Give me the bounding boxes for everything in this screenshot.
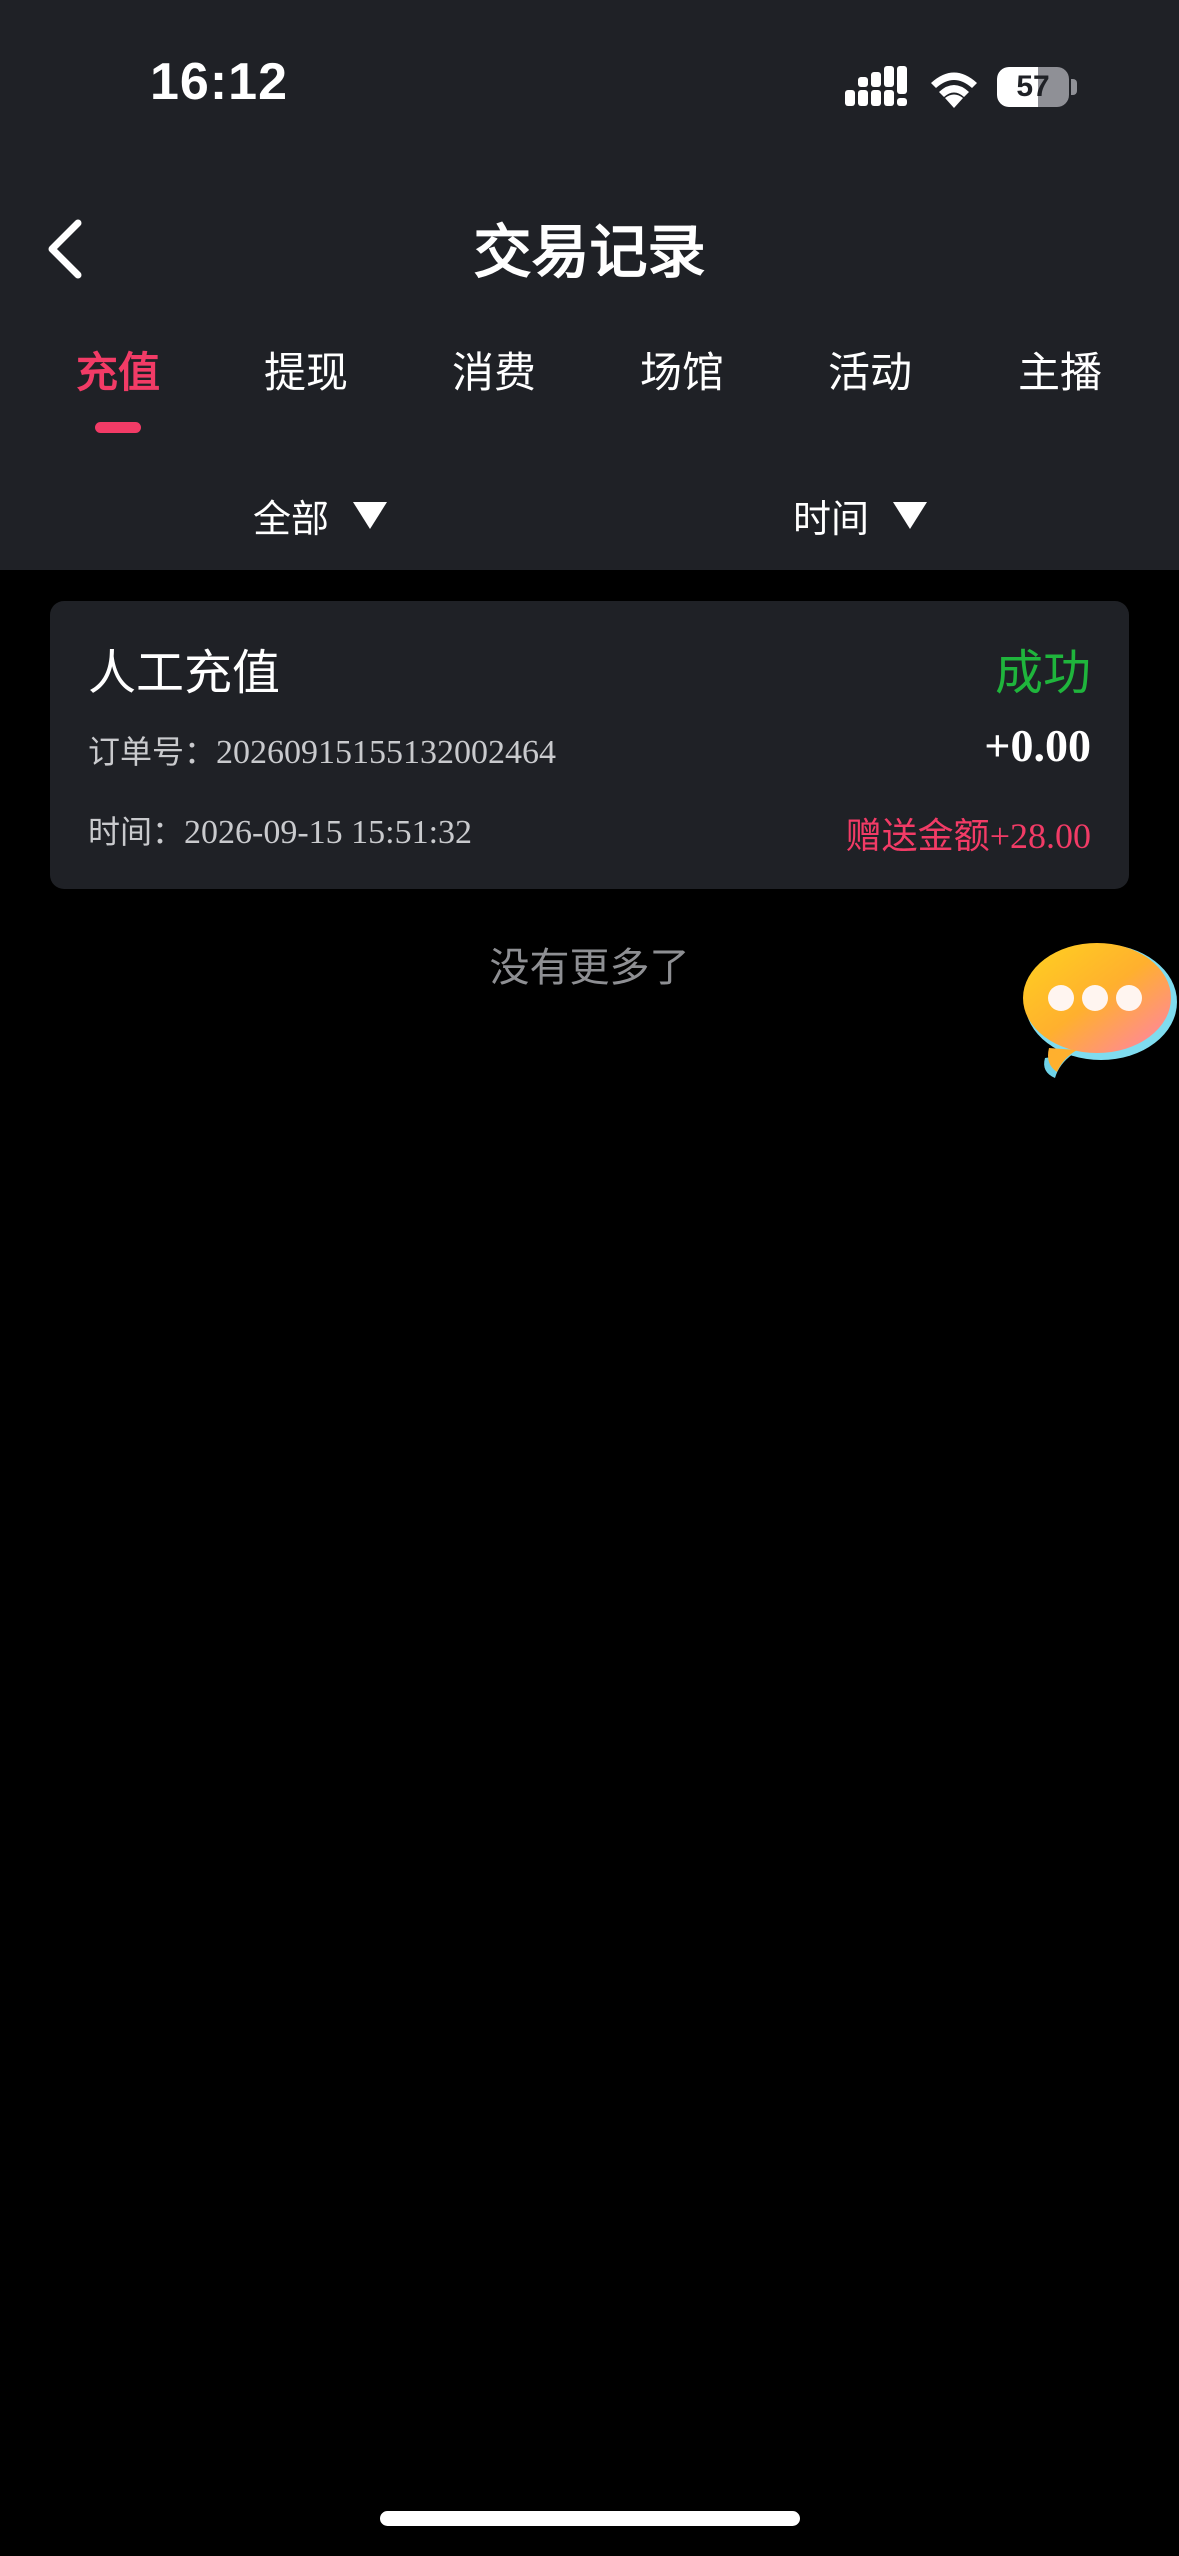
category-filter[interactable]: 全部 (253, 485, 389, 545)
record-time: 时间：2026-09-15 15:51:32 (88, 807, 472, 853)
battery-level: 57 (1016, 70, 1050, 103)
page-title: 交易记录 (473, 218, 706, 286)
header-panel: 16:12 57 交易记录 充值 提现 消费 场馆 活动 主播 全部 时间 (0, 0, 1179, 570)
record-status: 成功 (994, 645, 1091, 701)
time-label: 时间： (88, 813, 185, 851)
triangle-down-icon (353, 502, 388, 529)
record-bonus: 赠送金额+28.00 (846, 807, 1091, 859)
wifi-icon (931, 72, 977, 108)
tab-recharge[interactable]: 充值 (38, 340, 198, 420)
bonus-value: +28.00 (989, 816, 1091, 856)
tab-withdraw[interactable]: 提现 (226, 340, 386, 420)
battery-icon: 57 (997, 67, 1077, 107)
signal-icon (845, 66, 907, 106)
home-indicator[interactable] (380, 2511, 800, 2526)
tab-bar: 充值 提现 消费 场馆 活动 主播 (0, 340, 1179, 433)
time-value: 2026-09-15 15:51:32 (184, 814, 473, 851)
tab-venue[interactable]: 场馆 (602, 340, 762, 420)
transaction-record-card[interactable]: 人工充值 成功 订单号：20260915155132002464 +0.00 时… (50, 601, 1129, 889)
record-amount: +0.00 (984, 720, 1091, 771)
list-end-text: 没有更多了 (489, 945, 690, 991)
record-type: 人工充值 (88, 645, 281, 701)
status-time: 16:12 (150, 53, 288, 111)
chat-bubble-icon[interactable] (1015, 940, 1179, 1080)
tab-consumption[interactable]: 消费 (414, 340, 574, 420)
time-filter[interactable]: 时间 (793, 485, 929, 545)
triangle-down-icon (893, 502, 928, 529)
time-filter-label: 时间 (793, 496, 870, 541)
tab-activity[interactable]: 活动 (790, 340, 950, 420)
order-number-label: 订单号： (88, 733, 217, 771)
order-number-value: 20260915155132002464 (216, 734, 557, 771)
record-order-number: 订单号：20260915155132002464 (88, 727, 556, 773)
tab-anchor[interactable]: 主播 (980, 340, 1140, 420)
category-filter-label: 全部 (253, 496, 330, 541)
active-tab-indicator (95, 422, 141, 433)
bonus-label: 赠送金额 (845, 816, 990, 857)
